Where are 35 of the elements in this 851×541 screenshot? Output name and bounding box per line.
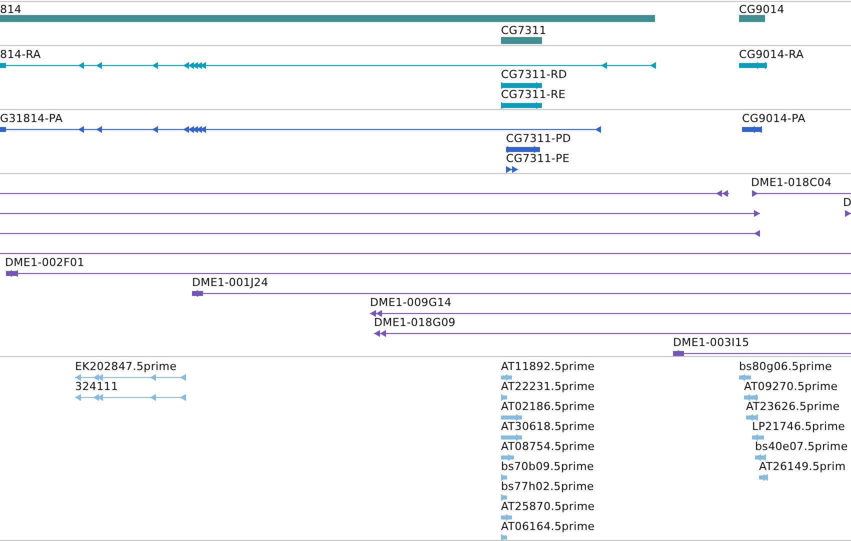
feature-label: CG7311-PD (506, 132, 572, 145)
feature-label: bs77h02.5prime (501, 480, 594, 493)
feature-label: AT30618.5prime (501, 420, 595, 433)
feature-label: AT09270.5prime (744, 380, 838, 393)
feature-label: AT06164.5prime (501, 520, 595, 533)
feature-label: DME1-002F01 (5, 256, 84, 269)
feature-label: DME1-001J24 (192, 276, 268, 289)
feature-label: 324111 (75, 380, 118, 393)
feature-label: bs70b09.5prime (501, 460, 594, 473)
feature-label: AT25870.5prime (501, 500, 595, 513)
feature-label: bs80g06.5prime (739, 360, 832, 373)
feature-label: CG7311-RD (501, 68, 568, 81)
feature-label: LP21746.5prime (752, 420, 846, 433)
feature-label: DME1-018G09 (374, 316, 456, 329)
feature-label: DME1-003I15 (673, 336, 750, 349)
feature-label: AT11892.5prime (501, 360, 595, 373)
feature-label: CG9014-PA (742, 112, 806, 125)
feature-label: CG7311-PE (506, 152, 570, 165)
feature-label: bs40e07.5prime (755, 440, 848, 453)
feature-label: CG9014 (739, 3, 784, 16)
feature-label: 814-RA (0, 48, 41, 61)
feature-label: CG7311-RE (501, 88, 566, 101)
feature-label: CG7311 (501, 24, 546, 37)
feature-label: 814 (0, 3, 22, 16)
feature-label: AT08754.5prime (501, 440, 595, 453)
feature-label: CG9014-RA (739, 48, 804, 61)
feature-label: AT23626.5prime (746, 400, 840, 413)
feature-label: AT26149.5prim (759, 460, 846, 473)
feature-label: EK202847.5prime (75, 360, 177, 373)
feature-label: AT02186.5prime (501, 400, 595, 413)
feature-label: AT22231.5prime (501, 380, 595, 393)
feature-label: D (843, 196, 851, 209)
feature-label: DME1-018C04 (751, 176, 832, 189)
feature-label: DME1-009G14 (370, 296, 452, 309)
feature-label: G31814-PA (0, 112, 63, 125)
